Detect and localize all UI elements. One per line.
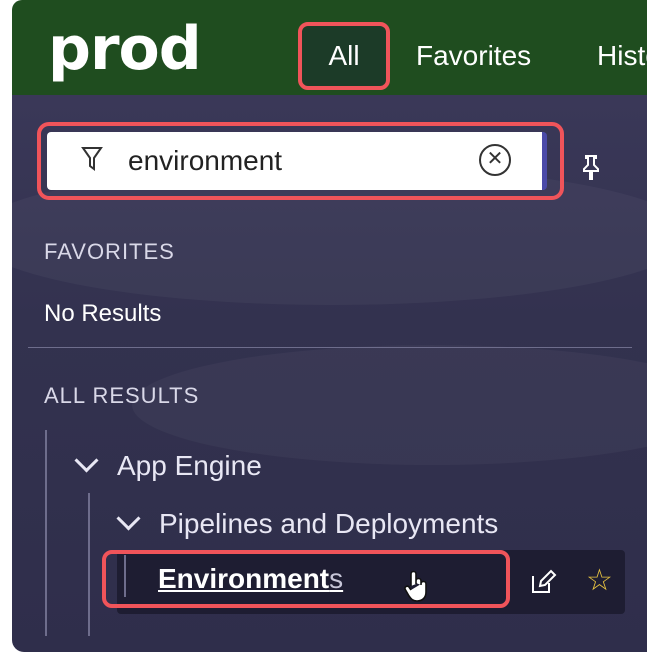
filter-icon [81, 147, 103, 171]
background-wave [132, 345, 647, 465]
tree-leaf-environments[interactable]: Environments [158, 561, 343, 597]
edit-icon[interactable] [529, 568, 557, 596]
all-menu-panel: environment ✕ FAVORITES No Results ALL R… [12, 95, 647, 652]
tree-node-pipelines[interactable]: Pipelines and Deployments [116, 506, 498, 542]
tab-all[interactable]: All [298, 22, 390, 90]
chevron-down-icon [116, 506, 141, 531]
top-nav-bar: prod All Favorites Histo [12, 0, 647, 95]
filter-search-input[interactable]: environment ✕ [47, 132, 547, 190]
all-results-heading: ALL RESULTS [44, 383, 200, 408]
tree-guide-line [45, 430, 47, 636]
clear-icon[interactable]: ✕ [479, 144, 511, 176]
star-icon[interactable]: ☆ [586, 566, 613, 596]
tab-history[interactable]: Histo [597, 36, 647, 76]
favorites-heading: FAVORITES [44, 239, 175, 264]
section-divider [28, 347, 632, 348]
chevron-down-icon [74, 448, 99, 473]
hand-cursor-icon [404, 570, 427, 602]
pin-icon[interactable] [579, 153, 603, 181]
tab-favorites[interactable]: Favorites [416, 36, 531, 76]
instance-logo: prod [48, 14, 202, 84]
search-value: environment [128, 145, 283, 176]
favorites-empty-text: No Results [44, 300, 162, 327]
tree-node-app-engine[interactable]: App Engine [74, 448, 262, 484]
tree-guide-line [88, 493, 90, 636]
